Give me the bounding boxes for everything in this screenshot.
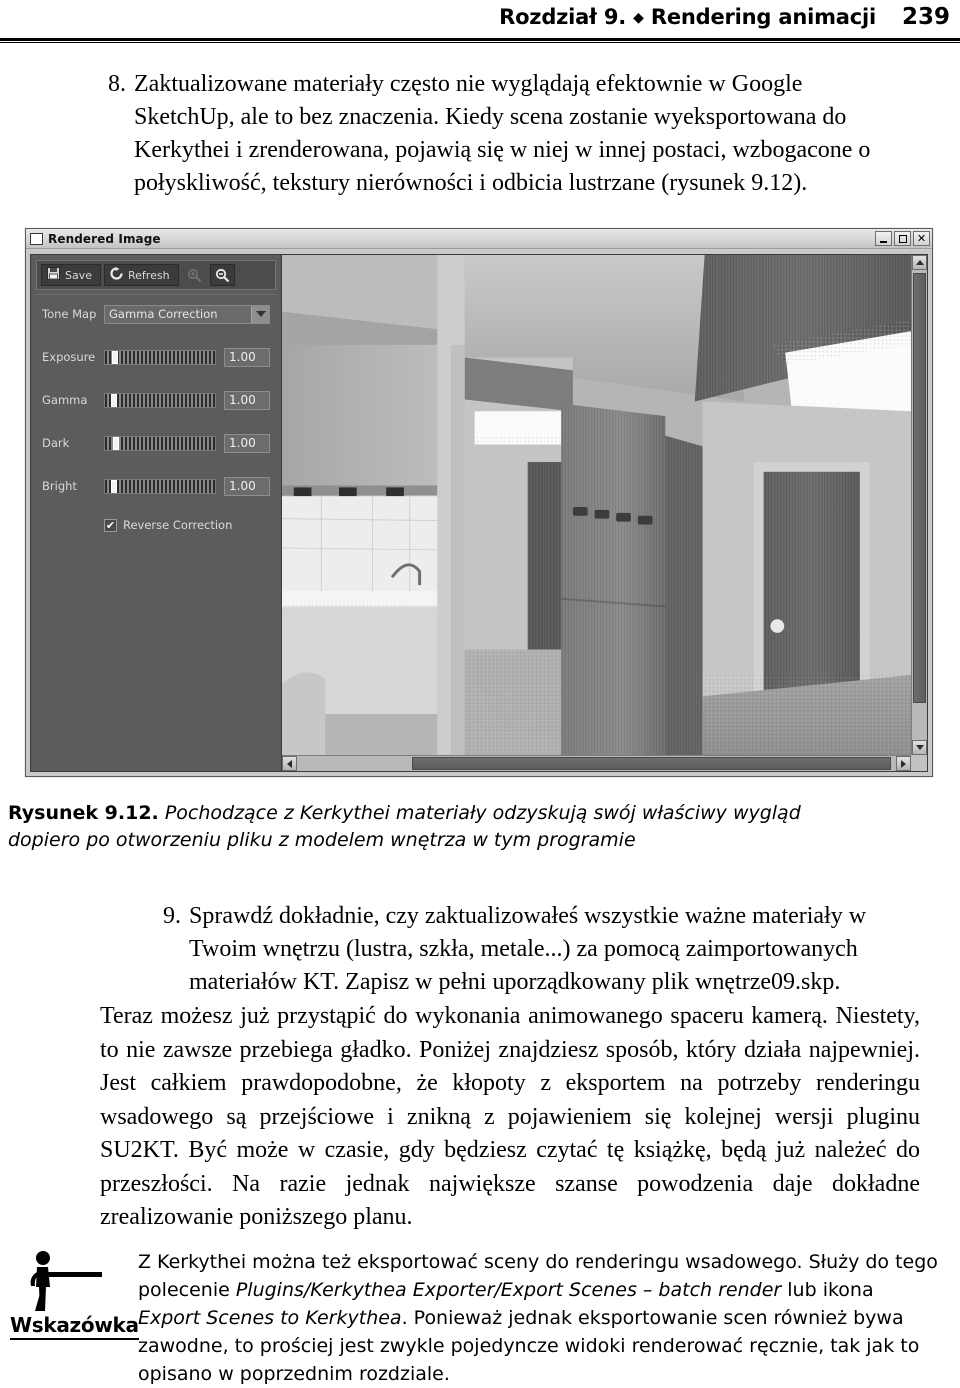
- tone-map-label: Tone Map: [42, 307, 97, 321]
- gamma-label: Gamma: [42, 393, 88, 407]
- refresh-icon: [110, 267, 123, 283]
- bright-slider[interactable]: [104, 478, 216, 494]
- render-viewport[interactable]: [281, 255, 927, 771]
- tip-text-part-italic: Export Scenes to Kerkythea: [138, 1307, 402, 1329]
- list-item-text: Zaktualizowane materiały często nie wygl…: [134, 71, 871, 196]
- controls-area: Tone Map Gamma Correction Exposure 1.00: [36, 295, 276, 532]
- horizontal-scrollbar[interactable]: [282, 755, 911, 771]
- slider-thumb[interactable]: [110, 479, 117, 493]
- reverse-correction-row[interactable]: ✔ Reverse Correction: [42, 518, 270, 532]
- tip-text-part: lub ikona: [781, 1279, 874, 1301]
- pointing-person-icon: [10, 1250, 138, 1317]
- scroll-up-icon[interactable]: [912, 255, 927, 270]
- page-header: Rozdział 9. ◆ Rendering animacji 239: [0, 0, 960, 48]
- scroll-right-icon[interactable]: [896, 756, 911, 771]
- tone-map-select[interactable]: Gamma Correction: [104, 304, 270, 324]
- rendered-image: [282, 255, 911, 755]
- tone-map-row: Tone Map Gamma Correction: [42, 303, 270, 325]
- save-button[interactable]: Save: [41, 264, 102, 286]
- save-icon: [47, 267, 60, 283]
- header-section-title: Rendering animacji: [650, 5, 876, 29]
- gamma-slider[interactable]: [104, 392, 216, 408]
- window-controls: ✕: [875, 231, 930, 246]
- reverse-correction-checkbox[interactable]: ✔: [104, 518, 117, 532]
- window-body: Save Refresh Tone Map Gamma Correction E…: [26, 250, 932, 776]
- tip-box: Wskazówka Z Kerkythei można też eksporto…: [0, 1248, 960, 1388]
- exposure-slider[interactable]: [104, 349, 216, 365]
- refresh-label: Refresh: [128, 268, 170, 282]
- dark-slider[interactable]: [104, 435, 216, 451]
- window-titlebar[interactable]: Rendered Image ✕: [26, 229, 932, 249]
- tip-text: Z Kerkythei można też eksportować sceny …: [138, 1248, 960, 1388]
- window-title: Rendered Image: [48, 231, 161, 246]
- diamond-icon: ◆: [633, 10, 644, 26]
- list-item-number: 9.: [163, 903, 181, 929]
- maximize-button[interactable]: [894, 231, 911, 246]
- application-icon: [30, 232, 43, 245]
- slider-thumb[interactable]: [110, 393, 117, 407]
- horizontal-scroll-thumb[interactable]: [412, 757, 891, 770]
- slider-thumb[interactable]: [111, 350, 118, 364]
- refresh-button[interactable]: Refresh: [104, 264, 179, 286]
- list-item-text: Sprawdź dokładnie, czy zaktualizowałeś w…: [189, 903, 867, 995]
- dark-row: Dark 1.00: [42, 432, 270, 454]
- header-title: Rozdział 9. ◆ Rendering animacji: [499, 5, 876, 29]
- dark-label: Dark: [42, 436, 70, 450]
- minimize-button[interactable]: [875, 231, 892, 246]
- panel-toolbar: Save Refresh: [36, 260, 276, 290]
- bright-value[interactable]: 1.00: [224, 476, 270, 496]
- scrollbar-corner: [911, 755, 927, 771]
- bright-label: Bright: [42, 479, 77, 493]
- rendered-image-window[interactable]: Rendered Image ✕ Save Refresh Tone Map G…: [25, 228, 933, 777]
- figure-caption-label: Rysunek 9.12.: [8, 802, 159, 824]
- vertical-scrollbar[interactable]: [911, 255, 927, 755]
- dark-value[interactable]: 1.00: [224, 433, 270, 453]
- tip-icon-area: Wskazówka: [0, 1248, 139, 1388]
- tip-label: Wskazówka: [10, 1313, 139, 1340]
- zoom-in-icon[interactable]: [181, 264, 207, 286]
- body-paragraph: Teraz możesz już przystąpić do wykonania…: [100, 1003, 920, 1230]
- tip-text-part-italic: Plugins/Kerkythea Exporter/Export Scenes…: [235, 1279, 782, 1301]
- window-client-area: Save Refresh Tone Map Gamma Correction E…: [30, 254, 928, 772]
- slider-thumb[interactable]: [112, 436, 119, 450]
- exposure-label: Exposure: [42, 350, 96, 364]
- chevron-down-icon[interactable]: [251, 305, 269, 323]
- figure-caption: Rysunek 9.12. Pochodzące z Kerkythei mat…: [8, 800, 828, 854]
- interior-render-graphic: [282, 255, 911, 755]
- tone-map-panel: Save Refresh Tone Map Gamma Correction E…: [31, 255, 281, 771]
- exposure-row: Exposure 1.00: [42, 346, 270, 368]
- list-item: 9. Sprawdź dokładnie, czy zaktualizowałe…: [155, 900, 915, 999]
- list-item-number: 8.: [108, 71, 126, 97]
- exposure-value[interactable]: 1.00: [224, 347, 270, 367]
- header-rule: [0, 38, 960, 43]
- scroll-down-icon[interactable]: [912, 740, 927, 755]
- vertical-scroll-thumb[interactable]: [913, 273, 926, 703]
- close-button[interactable]: ✕: [913, 231, 930, 246]
- gamma-value[interactable]: 1.00: [224, 390, 270, 410]
- scroll-left-icon[interactable]: [282, 756, 297, 771]
- bright-row: Bright 1.00: [42, 475, 270, 497]
- page-number: 239: [901, 4, 950, 30]
- gamma-row: Gamma 1.00: [42, 389, 270, 411]
- reverse-correction-label: Reverse Correction: [123, 518, 233, 532]
- tone-map-value: Gamma Correction: [109, 307, 218, 321]
- zoom-out-icon[interactable]: [209, 264, 235, 286]
- save-label: Save: [65, 268, 93, 282]
- header-chapter: Rozdział 9.: [499, 5, 627, 29]
- list-item: 8. Zaktualizowane materiały często nie w…: [100, 68, 900, 200]
